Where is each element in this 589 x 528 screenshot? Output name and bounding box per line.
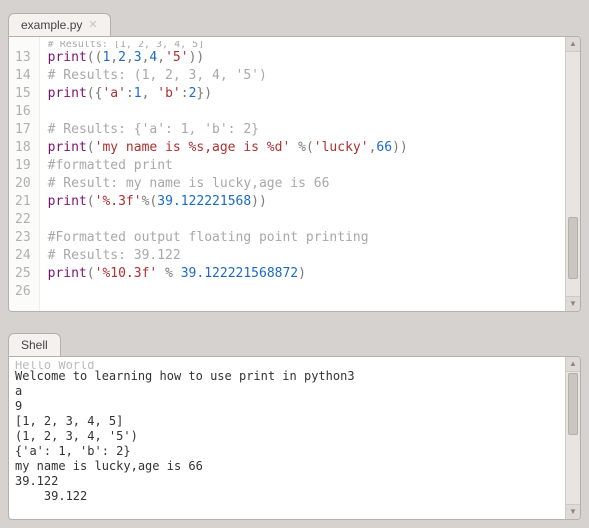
code-line: # Results: (1, 2, 3, 4, '5')	[48, 67, 576, 85]
code-line: # Result: my name is lucky,age is 66	[48, 175, 576, 193]
code-line: # Results: {'a': 1, 'b': 2}	[48, 121, 576, 139]
scroll-down-icon[interactable]: ▼	[566, 504, 580, 519]
code-line	[48, 211, 576, 229]
code-line: print({'a':1, 'b':2})	[48, 85, 576, 103]
tab-label: example.py	[21, 18, 82, 32]
tab-shell[interactable]: Shell	[8, 333, 61, 356]
shell-line: a	[15, 384, 574, 399]
scroll-thumb[interactable]	[568, 373, 578, 435]
shell-view: Hello WorldWelcome to learning how to us…	[8, 356, 581, 520]
code-line: print('%.3f'%(39.122221568))	[48, 193, 576, 211]
code-line: # Results: [1, 2, 3, 4, 5]	[48, 41, 576, 49]
app-window: example.py ✕ 131415161718192021222324252…	[0, 0, 589, 528]
editor-tabbar: example.py ✕	[0, 0, 589, 36]
shell-line: 39.122	[15, 474, 574, 489]
scroll-thumb[interactable]	[568, 217, 578, 279]
shell-line: 39.122	[15, 489, 574, 504]
scroll-up-icon[interactable]: ▲	[566, 37, 580, 52]
tab-example-py[interactable]: example.py ✕	[8, 13, 111, 36]
shell-pane: Shell Hello WorldWelcome to learning how…	[0, 320, 589, 528]
code-line: #Formatted output floating point printin…	[48, 229, 576, 247]
editor-scrollbar[interactable]: ▲ ▼	[565, 37, 580, 311]
close-icon[interactable]: ✕	[88, 20, 97, 31]
shell-scrollbar[interactable]: ▲ ▼	[565, 357, 580, 519]
code-line: # Results: 39.122	[48, 247, 576, 265]
code-line	[48, 103, 576, 121]
shell-line: 9	[15, 399, 574, 414]
code-area[interactable]: # Results: [1, 2, 3, 4, 5]print((1,2,3,4…	[40, 37, 580, 311]
shell-line: [1, 2, 3, 4, 5]	[15, 414, 574, 429]
code-line: #formatted print	[48, 157, 576, 175]
shell-output[interactable]: Hello WorldWelcome to learning how to us…	[9, 357, 580, 519]
editor-view: 1314151617181920212223242526 # Results: …	[8, 36, 581, 312]
shell-tabbar: Shell	[0, 320, 589, 356]
editor-pane: example.py ✕ 131415161718192021222324252…	[0, 0, 589, 320]
tab-label: Shell	[21, 338, 48, 352]
scroll-down-icon[interactable]: ▼	[566, 296, 580, 311]
code-line: print('my name is %s,age is %d' %('lucky…	[48, 139, 576, 157]
code-line	[48, 283, 576, 301]
shell-line: (1, 2, 3, 4, '5')	[15, 429, 574, 444]
line-gutter: 1314151617181920212223242526	[9, 37, 40, 311]
code-line: print('%10.3f' % 39.122221568872)	[48, 265, 576, 283]
shell-line: {'a': 1, 'b': 2}	[15, 444, 574, 459]
code-line: print((1,2,3,4,'5'))	[48, 49, 576, 67]
shell-line: Welcome to learning how to use print in …	[15, 369, 574, 384]
shell-line: my name is lucky,age is 66	[15, 459, 574, 474]
scroll-up-icon[interactable]: ▲	[566, 357, 580, 372]
